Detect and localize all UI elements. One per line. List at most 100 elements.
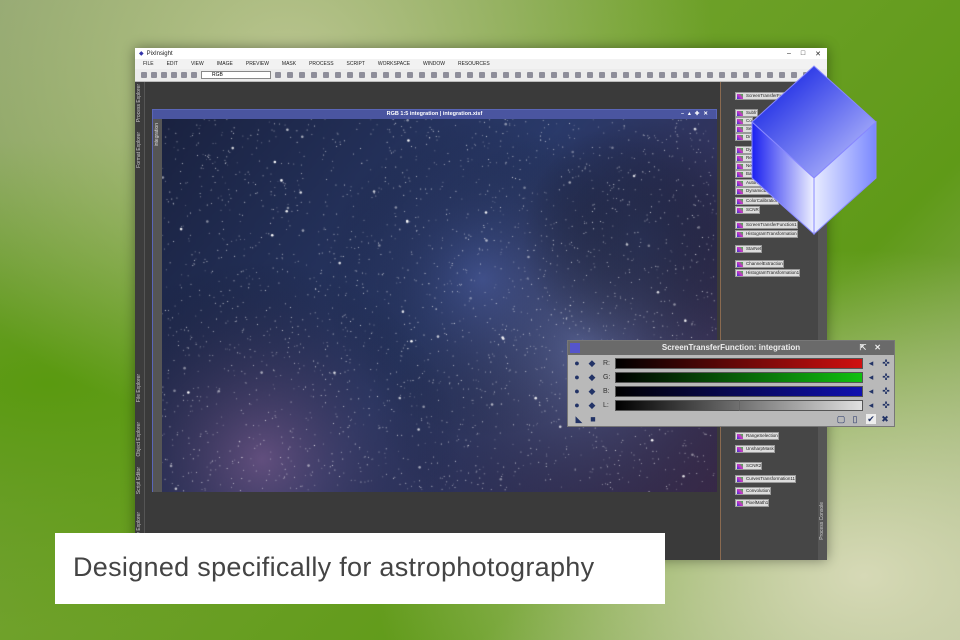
tab-object-explorer[interactable]: Object Explorer <box>136 422 142 456</box>
menu-mask[interactable]: MASK <box>282 61 296 67</box>
tool-icon[interactable] <box>335 72 341 78</box>
collapse-button[interactable]: ⇱ <box>860 343 875 352</box>
close-button[interactable]: ✕ <box>874 343 889 352</box>
tool-icon[interactable] <box>455 72 461 78</box>
image-view-tab[interactable]: integration <box>153 119 162 492</box>
process-icon[interactable]: Convolution <box>735 487 771 495</box>
menu-script[interactable]: SCRIPT <box>347 61 365 67</box>
maximize-button[interactable]: □ <box>801 50 805 58</box>
tool-icon[interactable] <box>191 72 197 78</box>
tool-icon[interactable] <box>683 72 689 78</box>
menu-view[interactable]: VIEW <box>191 61 204 67</box>
reset-channel-icon[interactable]: ◂ <box>866 372 876 382</box>
menu-process[interactable]: PROCESS <box>309 61 333 67</box>
tool-icon[interactable] <box>467 72 473 78</box>
menu-preview[interactable]: PREVIEW <box>246 61 269 67</box>
tab-process-explorer[interactable]: Process Explorer <box>136 84 142 122</box>
tool-icon[interactable] <box>623 72 629 78</box>
tool-icon[interactable] <box>503 72 509 78</box>
grid-icon[interactable]: ✜ <box>881 358 891 368</box>
zoom-fit-icon[interactable]: ● <box>572 372 582 382</box>
tool-icon[interactable] <box>659 72 665 78</box>
width-icon[interactable]: ◆ <box>587 400 597 410</box>
tool-icon[interactable] <box>395 72 401 78</box>
tool-icon[interactable] <box>323 72 329 78</box>
tool-icon[interactable] <box>419 72 425 78</box>
reset-icon[interactable]: ✖ <box>880 414 890 424</box>
tool-icon[interactable] <box>479 72 485 78</box>
tool-icon[interactable] <box>695 72 701 78</box>
tool-icon[interactable] <box>407 72 413 78</box>
menu-window[interactable]: WINDOW <box>423 61 445 67</box>
image-window[interactable]: RGB 1:5 integration | integration.xisf –▴… <box>152 109 717 492</box>
tool-icon[interactable] <box>161 72 167 78</box>
process-icon[interactable]: HistogramTransformation1 <box>735 269 801 277</box>
tab-format-explorer[interactable]: Format Explorer <box>136 132 142 168</box>
tool-icon[interactable] <box>299 72 305 78</box>
menu-image[interactable]: IMAGE <box>217 61 233 67</box>
channel-select[interactable]: RGB <box>201 71 271 79</box>
reset-channel-icon[interactable]: ◂ <box>866 386 876 396</box>
select-icon[interactable]: ◆ <box>587 358 597 368</box>
undo-icon[interactable] <box>141 72 147 78</box>
apply-global-icon[interactable]: ■ <box>588 414 598 424</box>
wrench-icon[interactable]: ● <box>572 400 582 410</box>
tool-icon[interactable] <box>647 72 653 78</box>
tool-icon[interactable] <box>383 72 389 78</box>
window-controls[interactable]: –▴✚✕ <box>681 110 712 119</box>
grid-icon[interactable]: ✜ <box>881 372 891 382</box>
process-icon[interactable]: PixelMath1 <box>735 499 770 507</box>
process-icon[interactable]: StarNet <box>735 245 763 253</box>
tool-icon[interactable] <box>347 72 353 78</box>
new-instance-icon[interactable]: ◣ <box>574 414 584 424</box>
tool-icon[interactable] <box>611 72 617 78</box>
reset-channel-icon[interactable]: ◂ <box>866 400 876 410</box>
tool-icon[interactable] <box>443 72 449 78</box>
channel-slider[interactable] <box>615 358 863 369</box>
preview-icon[interactable]: ▢ <box>836 414 846 424</box>
tab-script-editor[interactable]: Script Editor <box>136 467 142 494</box>
document-icon[interactable]: ▯ <box>850 414 860 424</box>
tool-icon[interactable] <box>515 72 521 78</box>
auto-stretch-icon[interactable]: ● <box>572 386 582 396</box>
process-icon[interactable]: CurvesTransformation11 <box>735 475 797 483</box>
tool-icon[interactable] <box>707 72 713 78</box>
channel-slider[interactable] <box>615 372 863 383</box>
tool-icon[interactable] <box>551 72 557 78</box>
process-icon[interactable]: UnsharpMask <box>735 445 775 453</box>
ok-check-icon[interactable]: ✔ <box>866 414 876 424</box>
process-icon[interactable]: SCNR2 <box>735 462 763 470</box>
tool-icon[interactable] <box>527 72 533 78</box>
tab-file-explorer[interactable]: File Explorer <box>136 374 142 402</box>
monitor-icon[interactable]: ✜ <box>881 400 891 410</box>
tool-icon[interactable] <box>181 72 187 78</box>
process-icon[interactable]: RangeSelection <box>735 432 779 440</box>
tool-icon[interactable] <box>539 72 545 78</box>
process-icon[interactable]: ChannelExtraction <box>735 260 784 268</box>
tool-icon[interactable] <box>171 72 177 78</box>
minimize-button[interactable]: – <box>787 50 791 58</box>
zoom-out-icon[interactable]: ◆ <box>587 386 597 396</box>
menu-resources[interactable]: RESOURCES <box>458 61 490 67</box>
menu-edit[interactable]: EDIT <box>167 61 178 67</box>
link-icon[interactable]: ● <box>572 358 582 368</box>
menu-file[interactable]: FILE <box>143 61 154 67</box>
tool-icon[interactable] <box>563 72 569 78</box>
channel-slider[interactable] <box>615 386 863 397</box>
menu-workspace[interactable]: WORKSPACE <box>378 61 410 67</box>
midtone-marker[interactable] <box>739 400 740 411</box>
reset-channel-icon[interactable]: ◂ <box>866 358 876 368</box>
grid-icon[interactable]: ✜ <box>881 386 891 396</box>
tool-icon[interactable] <box>371 72 377 78</box>
tool-icon[interactable] <box>275 72 281 78</box>
close-button[interactable]: ✕ <box>815 50 821 58</box>
tool-icon[interactable] <box>287 72 293 78</box>
redo-icon[interactable] <box>151 72 157 78</box>
tool-icon[interactable] <box>719 72 725 78</box>
astro-image[interactable] <box>162 119 717 492</box>
zoom-in-icon[interactable]: ◆ <box>587 372 597 382</box>
tool-icon[interactable] <box>575 72 581 78</box>
tool-icon[interactable] <box>431 72 437 78</box>
tool-icon[interactable] <box>491 72 497 78</box>
tool-icon[interactable] <box>731 72 737 78</box>
